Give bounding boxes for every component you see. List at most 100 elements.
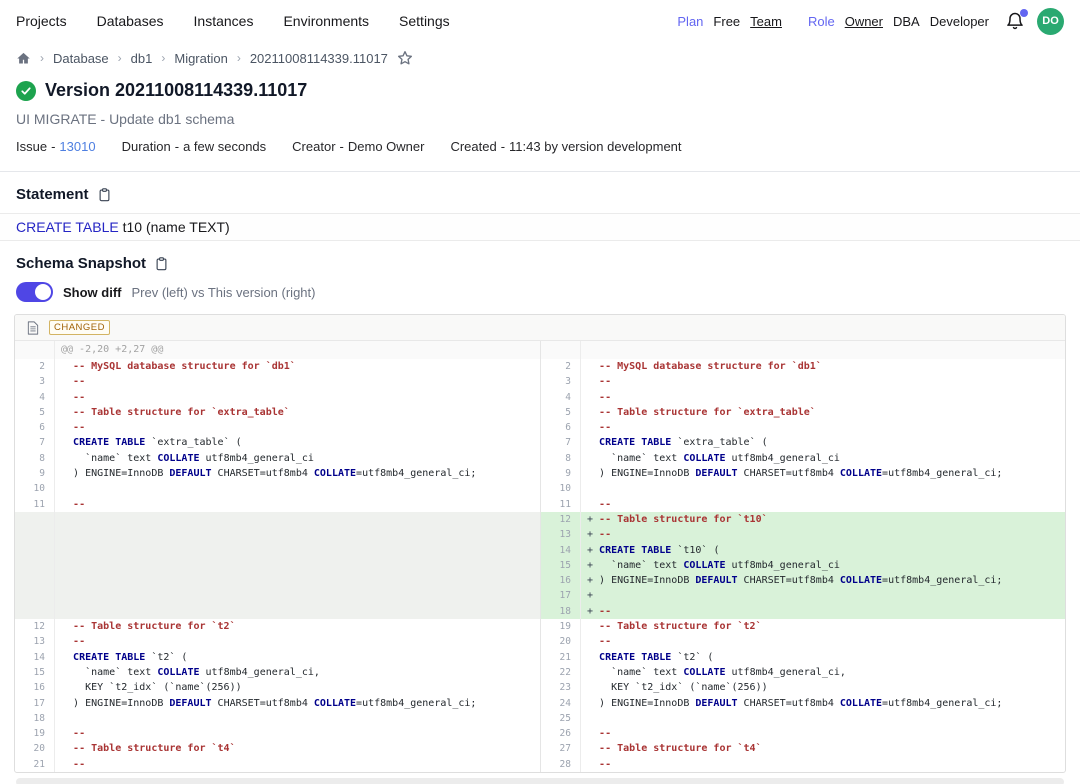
- diff-line: 23 KEY `t2_idx` (`name`(256)): [541, 680, 1065, 695]
- diff-line: 2 -- MySQL database structure for `db1`: [15, 359, 540, 374]
- plan-option-free[interactable]: Free: [713, 14, 740, 29]
- star-icon[interactable]: [397, 50, 413, 66]
- diff-line: 17+: [541, 588, 1065, 603]
- diff-line: 12 -- Table structure for `t2`: [15, 619, 540, 634]
- line-code: -- Table structure for `extra_table`: [581, 405, 816, 420]
- line-number: 2: [15, 359, 55, 374]
- line-number: 10: [541, 481, 581, 496]
- breadcrumb-db1[interactable]: db1: [131, 51, 153, 66]
- line-number: 24: [541, 696, 581, 711]
- diff-line: 7 CREATE TABLE `extra_table` (: [15, 435, 540, 450]
- diff-line: 13 --: [15, 634, 540, 649]
- copy-statement-icon[interactable]: [97, 187, 112, 203]
- nav-item-projects[interactable]: Projects: [16, 13, 67, 29]
- diff-spacer: [15, 512, 540, 619]
- diff-file-header: CHANGED: [15, 315, 1065, 341]
- line-code: --: [581, 726, 611, 741]
- line-number: 6: [541, 420, 581, 435]
- diff-line: 20 --: [541, 634, 1065, 649]
- meta-row: Issue - 13010 Duration - a few seconds C…: [0, 127, 1080, 154]
- diff-line: 5 -- Table structure for `extra_table`: [15, 405, 540, 420]
- line-number: 7: [541, 435, 581, 450]
- line-number: 14: [541, 543, 581, 558]
- meta-issue: Issue - 13010: [16, 139, 96, 154]
- line-number: 26: [541, 726, 581, 741]
- diff-line: 21 --: [15, 757, 540, 772]
- diff-line: 6 --: [541, 420, 1065, 435]
- diff-line: 14 CREATE TABLE `t2` (: [15, 650, 540, 665]
- diff-line: 26 --: [541, 726, 1065, 741]
- diff-line: 20 -- Table structure for `t4`: [15, 741, 540, 756]
- line-number: 16: [541, 573, 581, 588]
- diff-hint: Prev (left) vs This version (right): [132, 285, 316, 300]
- line-number: 9: [541, 466, 581, 481]
- line-number: 25: [541, 711, 581, 726]
- diff-line: 19 -- Table structure for `t2`: [541, 619, 1065, 634]
- line-number: 20: [15, 741, 55, 756]
- line-code: -- Table structure for `t4`: [55, 741, 236, 756]
- document-icon: [27, 321, 39, 335]
- line-number: 15: [541, 558, 581, 573]
- line-code: + --: [581, 604, 611, 619]
- diff-line: 4 --: [541, 390, 1065, 405]
- notification-dot: [1020, 9, 1028, 17]
- line-code: CREATE TABLE `t2` (: [55, 650, 187, 665]
- nav-item-instances[interactable]: Instances: [194, 13, 254, 29]
- issue-link[interactable]: 13010: [59, 139, 95, 154]
- line-number: 18: [15, 711, 55, 726]
- line-code: --: [581, 634, 611, 649]
- role-owner[interactable]: Owner: [845, 14, 883, 29]
- diff-line: 18: [15, 711, 540, 726]
- line-number: 4: [541, 390, 581, 405]
- line-number: 3: [15, 374, 55, 389]
- diff-line: 16 KEY `t2_idx` (`name`(256)): [15, 680, 540, 695]
- line-code: --: [55, 634, 85, 649]
- plan-label: Plan: [677, 14, 703, 29]
- copy-snapshot-icon[interactable]: [154, 256, 169, 272]
- nav-item-environments[interactable]: Environments: [283, 13, 369, 29]
- diff-line: 9 ) ENGINE=InnoDB DEFAULT CHARSET=utf8mb…: [541, 466, 1065, 481]
- diff-pane-previous: @@ -2,20 +2,27 @@ 2 -- MySQL database st…: [15, 341, 540, 772]
- nav-item-databases[interactable]: Databases: [97, 13, 164, 29]
- line-number: 18: [541, 604, 581, 619]
- line-code: `name` text COLLATE utf8mb4_general_ci: [55, 451, 314, 466]
- line-number: 5: [541, 405, 581, 420]
- breadcrumb-migration[interactable]: Migration: [174, 51, 227, 66]
- line-code: --: [55, 726, 85, 741]
- role-developer[interactable]: Developer: [930, 14, 989, 29]
- statement-title: Statement: [16, 186, 89, 203]
- line-number: 12: [541, 512, 581, 527]
- breadcrumb-version: 20211008114339.11017: [250, 51, 388, 66]
- meta-creator: Creator - Demo Owner: [292, 139, 424, 154]
- line-code: ) ENGINE=InnoDB DEFAULT CHARSET=utf8mb4 …: [55, 696, 476, 711]
- avatar[interactable]: DO: [1037, 8, 1064, 35]
- plan-option-team[interactable]: Team: [750, 14, 782, 29]
- line-code: --: [581, 374, 611, 389]
- diff-line: 5 -- Table structure for `extra_table`: [541, 405, 1065, 420]
- hunk-header-right: [541, 341, 1065, 359]
- nav-item-settings[interactable]: Settings: [399, 13, 450, 29]
- line-number: 15: [15, 665, 55, 680]
- migration-subtitle: UI MIGRATE - Update db1 schema: [0, 101, 1080, 127]
- breadcrumb-database[interactable]: Database: [53, 51, 109, 66]
- breadcrumb: › Database › db1 › Migration › 202110081…: [0, 42, 1080, 66]
- line-number: 22: [541, 665, 581, 680]
- diff-line: 3 --: [541, 374, 1065, 389]
- snapshot-title: Schema Snapshot: [16, 255, 146, 272]
- line-code: + -- Table structure for `t10`: [581, 512, 768, 527]
- horizontal-scrollbar[interactable]: [16, 778, 1064, 784]
- role-dba[interactable]: DBA: [893, 14, 920, 29]
- diff-line: 10: [541, 481, 1065, 496]
- line-number: 11: [541, 497, 581, 512]
- diff-pane-current: 2 -- MySQL database structure for `db1`3…: [540, 341, 1065, 772]
- line-code: ) ENGINE=InnoDB DEFAULT CHARSET=utf8mb4 …: [581, 466, 1002, 481]
- diff-line: 11 --: [15, 497, 540, 512]
- notification-bell-icon[interactable]: [1005, 10, 1027, 32]
- diff-toggle-row: Show diff Prev (left) vs This version (r…: [0, 280, 1080, 302]
- diff-split-view: @@ -2,20 +2,27 @@ 2 -- MySQL database st…: [15, 341, 1065, 772]
- line-code: CREATE TABLE `t2` (: [581, 650, 713, 665]
- diff-line: 25: [541, 711, 1065, 726]
- home-icon[interactable]: [16, 51, 31, 66]
- diff-line: 11 --: [541, 497, 1065, 512]
- show-diff-toggle[interactable]: [16, 282, 53, 302]
